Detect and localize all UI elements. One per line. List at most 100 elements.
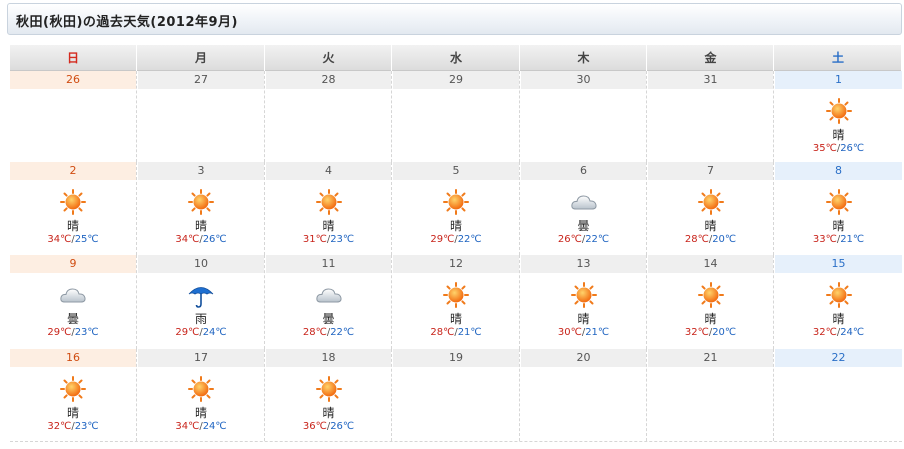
day-number: 31 (648, 71, 773, 89)
calendar-day-cell: 14 晴 32℃/20℃ (648, 255, 774, 349)
calendar-day-cell: 9 曇 29℃/23℃ (10, 255, 137, 349)
temperature-range: 28℃/21℃ (393, 327, 519, 338)
calendar-day-cell: 21 (648, 349, 774, 441)
temperature-range: 34℃/24℃ (138, 421, 264, 432)
weather-label: 晴 (832, 219, 845, 233)
day-number: 2 (10, 162, 136, 180)
day-number: 30 (521, 71, 646, 89)
temperature-range: 34℃/25℃ (10, 234, 136, 245)
temperature-range: 28℃/22℃ (266, 327, 391, 338)
temperature-range: 35℃/26℃ (775, 143, 902, 154)
day-number: 4 (266, 162, 391, 180)
weather-label: 晴 (449, 312, 462, 326)
day-number: 27 (138, 71, 264, 89)
min-temp: 22℃ (457, 234, 482, 245)
day-number: 9 (10, 255, 136, 273)
max-temp: 29℃ (47, 327, 72, 338)
day-number: 14 (648, 255, 773, 273)
calendar-day-cell: 13 晴 30℃/21℃ (521, 255, 647, 349)
temperature-range: 34℃/26℃ (138, 234, 264, 245)
sun-icon (315, 189, 343, 215)
sun-icon (315, 376, 343, 402)
day-number: 15 (775, 255, 902, 273)
calendar-day-cell: 8 晴 33℃/21℃ (775, 162, 902, 255)
sun-icon (442, 189, 470, 215)
weather-label: 晴 (322, 406, 335, 420)
weekday-header-cell: 火 (266, 45, 392, 71)
calendar-day-cell: 1 晴 35℃/26℃ (775, 71, 902, 162)
sun-icon (825, 282, 853, 308)
max-temp: 29℃ (430, 234, 455, 245)
max-temp: 31℃ (302, 234, 327, 245)
day-number: 7 (648, 162, 773, 180)
min-temp: 20℃ (712, 327, 737, 338)
weather-label: 晴 (449, 219, 462, 233)
max-temp: 28℃ (430, 327, 455, 338)
max-temp: 36℃ (302, 421, 327, 432)
day-number: 19 (393, 349, 519, 367)
calendar-day-cell: 4 晴 31℃/23℃ (266, 162, 392, 255)
min-temp: 22℃ (585, 234, 610, 245)
min-temp: 26℃ (330, 421, 355, 432)
calendar-week-row: 26 27 28 29 30 31 1 晴 35℃/26℃ (10, 71, 902, 162)
sun-icon (825, 189, 853, 215)
day-number: 26 (10, 71, 136, 89)
title-bar: 秋田(秋田)の過去天気(2012年9月) (7, 3, 902, 35)
sun-icon (187, 376, 215, 402)
temperature-range: 32℃/24℃ (775, 327, 902, 338)
day-number: 13 (521, 255, 646, 273)
calendar-day-cell: 7 晴 28℃/20℃ (648, 162, 774, 255)
day-number: 11 (266, 255, 391, 273)
calendar-day-cell: 29 (393, 71, 520, 162)
max-temp: 32℃ (47, 421, 72, 432)
weather-label: 雨 (194, 312, 207, 326)
temperature-range: 28℃/20℃ (648, 234, 773, 245)
weather-label: 晴 (577, 312, 590, 326)
sun-icon (825, 98, 853, 124)
weather-label: 晴 (66, 406, 79, 420)
max-temp: 34℃ (175, 421, 200, 432)
weather-label: 晴 (704, 219, 717, 233)
max-temp: 33℃ (812, 234, 837, 245)
min-temp: 20℃ (712, 234, 737, 245)
day-number: 1 (775, 71, 902, 89)
calendar-week-row: 2 晴 34℃/25℃ 3 晴 34℃/26℃ 4 晴 31℃/23℃ 5 晴 29℃/22℃ 6 曇 26… (10, 162, 902, 255)
temperature-range: 30℃/21℃ (521, 327, 646, 338)
min-temp: 24℃ (202, 327, 227, 338)
min-temp: 22℃ (330, 327, 355, 338)
calendar-bottom-border (10, 441, 902, 442)
cloud-icon (315, 282, 343, 308)
calendar-day-cell: 28 (266, 71, 392, 162)
weekday-header-cell: 土 (775, 45, 902, 71)
day-number: 18 (266, 349, 391, 367)
weather-label: 晴 (194, 219, 207, 233)
sun-icon (697, 282, 725, 308)
weather-label: 曇 (577, 219, 590, 233)
temperature-range: 36℃/26℃ (266, 421, 391, 432)
weather-label: 晴 (704, 312, 717, 326)
day-number: 10 (138, 255, 264, 273)
calendar-day-cell: 15 晴 32℃/24℃ (775, 255, 902, 349)
day-number: 28 (266, 71, 391, 89)
cloud-icon (570, 189, 598, 215)
min-temp: 26℃ (202, 234, 227, 245)
min-temp: 21℃ (840, 234, 865, 245)
weekday-header-cell: 水 (393, 45, 520, 71)
weather-label: 晴 (832, 128, 845, 142)
sun-icon (187, 189, 215, 215)
weekday-header: 日月火水木金土 (10, 45, 902, 71)
calendar-day-cell: 30 (521, 71, 647, 162)
cloud-icon (59, 282, 87, 308)
temperature-range: 29℃/23℃ (10, 327, 136, 338)
weekday-header-cell: 金 (648, 45, 774, 71)
calendar-day-cell: 26 (10, 71, 137, 162)
weather-label: 晴 (194, 406, 207, 420)
day-number: 29 (393, 71, 519, 89)
max-temp: 32℃ (684, 327, 709, 338)
calendar-day-cell: 17 晴 34℃/24℃ (138, 349, 265, 441)
weekday-header-cell: 日 (10, 45, 137, 71)
calendar-day-cell: 11 曇 28℃/22℃ (266, 255, 392, 349)
day-number: 21 (648, 349, 773, 367)
weekday-header-cell: 月 (138, 45, 265, 71)
calendar-day-cell: 12 晴 28℃/21℃ (393, 255, 520, 349)
